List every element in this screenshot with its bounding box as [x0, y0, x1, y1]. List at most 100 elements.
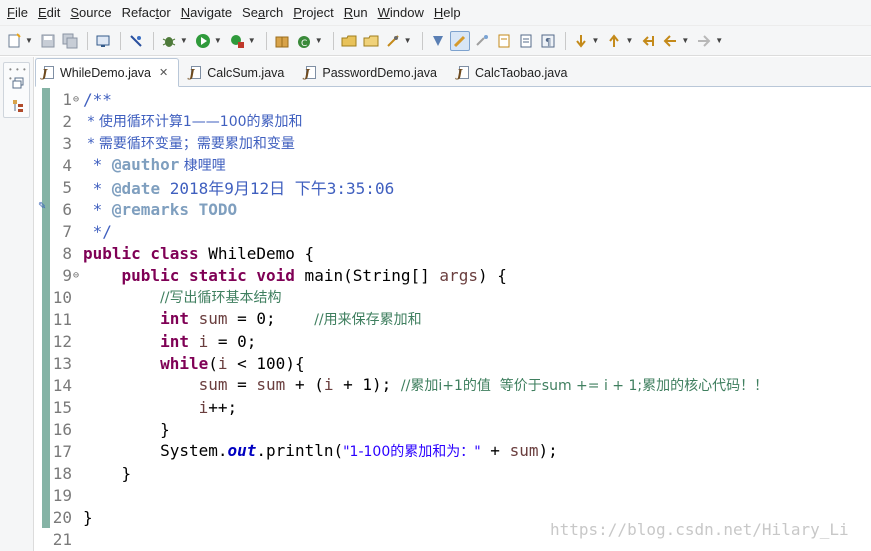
next-annotation-dropdown-icon[interactable]: ▼	[592, 36, 600, 45]
java-file-icon: J	[189, 65, 203, 81]
line-number: 8	[62, 243, 72, 263]
line-number: 21	[52, 529, 72, 549]
line-number: 4	[62, 155, 72, 175]
menu-edit[interactable]: Edit	[33, 0, 65, 26]
block-selection-icon[interactable]	[472, 31, 492, 51]
new-java-package-icon[interactable]	[272, 31, 292, 51]
close-icon[interactable]: ✕	[159, 66, 168, 79]
last-edit-location-icon[interactable]	[638, 31, 658, 51]
java-file-icon: J	[304, 65, 318, 81]
debug-icon[interactable]	[159, 31, 179, 51]
tab-calctaobao[interactable]: J CalcTaobao.java	[451, 59, 577, 86]
javadoc-tag: @date	[111, 179, 161, 198]
line-number: 18	[52, 463, 72, 483]
change-ruler-bar	[42, 88, 50, 528]
show-whitespace-icon[interactable]	[494, 31, 514, 51]
line-number: 11	[52, 309, 72, 329]
code-editor[interactable]: ✎ 1 ⊖ /** 2 * 使用循环计算1——100的累加和 3 * 需要循环变…	[35, 88, 871, 551]
back-dropdown-icon[interactable]: ▼	[681, 36, 689, 45]
svg-text:C: C	[301, 39, 307, 49]
line-number: 2	[62, 111, 72, 131]
code-text: (	[208, 353, 218, 373]
line-number: 1	[62, 89, 72, 109]
skip-breakpoints-icon[interactable]	[126, 31, 146, 51]
javadoc-tag: @remarks	[111, 199, 189, 219]
run-dropdown-icon[interactable]: ▼	[214, 36, 222, 45]
menu-navigate[interactable]: Navigate	[176, 0, 237, 26]
run-external-tool-icon[interactable]	[227, 31, 247, 51]
console-icon[interactable]	[93, 31, 113, 51]
toggle-mark-occurrences-icon[interactable]	[428, 31, 448, 51]
code-text: }	[83, 463, 132, 483]
open-type-icon[interactable]	[339, 31, 359, 51]
new-icon[interactable]	[4, 31, 24, 51]
package-explorer-icon[interactable]	[11, 99, 25, 113]
variable: sum	[198, 309, 228, 328]
menu-project[interactable]: Project	[288, 0, 338, 26]
menu-help[interactable]: Help	[429, 0, 466, 26]
variable: i	[217, 353, 228, 373]
save-icon[interactable]	[38, 31, 58, 51]
external-tool-dropdown-icon[interactable]: ▼	[248, 36, 256, 45]
new-java-class-icon[interactable]: C	[294, 31, 314, 51]
editor-tab-bar: J WhileDemo.java ✕ J CalcSum.java J Pass…	[35, 57, 871, 87]
fold-collapse-icon[interactable]: ⊖	[73, 270, 79, 281]
tab-whiledemo[interactable]: J WhileDemo.java ✕	[35, 58, 180, 87]
line-number: 10	[52, 287, 72, 307]
paragraph-icon[interactable]: ¶	[538, 31, 558, 51]
tab-label: CalcTaobao.java	[475, 65, 568, 80]
line-number: 16	[52, 419, 72, 439]
javadoc-text: *	[83, 155, 112, 174]
fold-collapse-icon[interactable]: ⊖	[73, 94, 79, 105]
forward-icon[interactable]	[694, 31, 714, 51]
toolbar-separator	[421, 31, 423, 50]
save-all-icon[interactable]	[60, 31, 80, 51]
code-text: = 0;	[227, 309, 315, 328]
restore-icon[interactable]	[11, 77, 25, 91]
task-marker-icon[interactable]: ✎	[38, 201, 46, 212]
menu-source[interactable]: Source	[65, 0, 116, 26]
new-class-dropdown-icon[interactable]: ▼	[315, 36, 323, 45]
comment: //用来保存累加和	[314, 312, 422, 328]
code-text: System.	[160, 441, 228, 460]
debug-dropdown-icon[interactable]: ▼	[180, 36, 188, 45]
tab-passworddemo[interactable]: J PasswordDemo.java	[298, 59, 447, 86]
code-text: .println(	[256, 441, 344, 460]
menu-run[interactable]: Run	[339, 0, 373, 26]
open-task-icon[interactable]	[361, 31, 381, 51]
run-icon[interactable]	[193, 31, 213, 51]
menu-refactor[interactable]: Refactor	[117, 0, 176, 26]
menu-window[interactable]: Window	[373, 0, 429, 26]
previous-annotation-icon[interactable]	[604, 31, 624, 51]
tab-calcsum[interactable]: J CalcSum.java	[183, 59, 294, 86]
keyword: while	[160, 353, 209, 373]
show-block-icon[interactable]	[516, 31, 536, 51]
next-annotation-icon[interactable]	[571, 31, 591, 51]
line-number: 13	[52, 353, 72, 373]
toggle-word-wrap-icon[interactable]	[449, 30, 470, 51]
toolbar-separator	[119, 31, 121, 50]
keyword: public class	[83, 243, 199, 263]
back-icon[interactable]	[660, 31, 680, 51]
search-icon[interactable]	[383, 31, 403, 51]
new-dropdown-icon[interactable]: ▼	[25, 36, 33, 45]
forward-dropdown-icon[interactable]: ▼	[715, 36, 723, 45]
previous-annotation-dropdown-icon[interactable]: ▼	[625, 36, 633, 45]
toolbar-separator	[152, 31, 154, 50]
javadoc-text: *	[83, 199, 112, 219]
menu-file[interactable]: File	[2, 0, 33, 26]
line-number: 15	[52, 397, 72, 417]
comment: //写出循环基本结构	[160, 290, 282, 306]
search-dropdown-icon[interactable]: ▼	[404, 36, 412, 45]
code-text: + (	[285, 375, 324, 394]
javadoc-text: 棣哩哩	[179, 158, 226, 174]
code-text: ++;	[208, 397, 238, 417]
line-number: 12	[52, 331, 72, 351]
menu-search[interactable]: Search	[237, 0, 288, 26]
toolbar-separator	[332, 31, 334, 50]
